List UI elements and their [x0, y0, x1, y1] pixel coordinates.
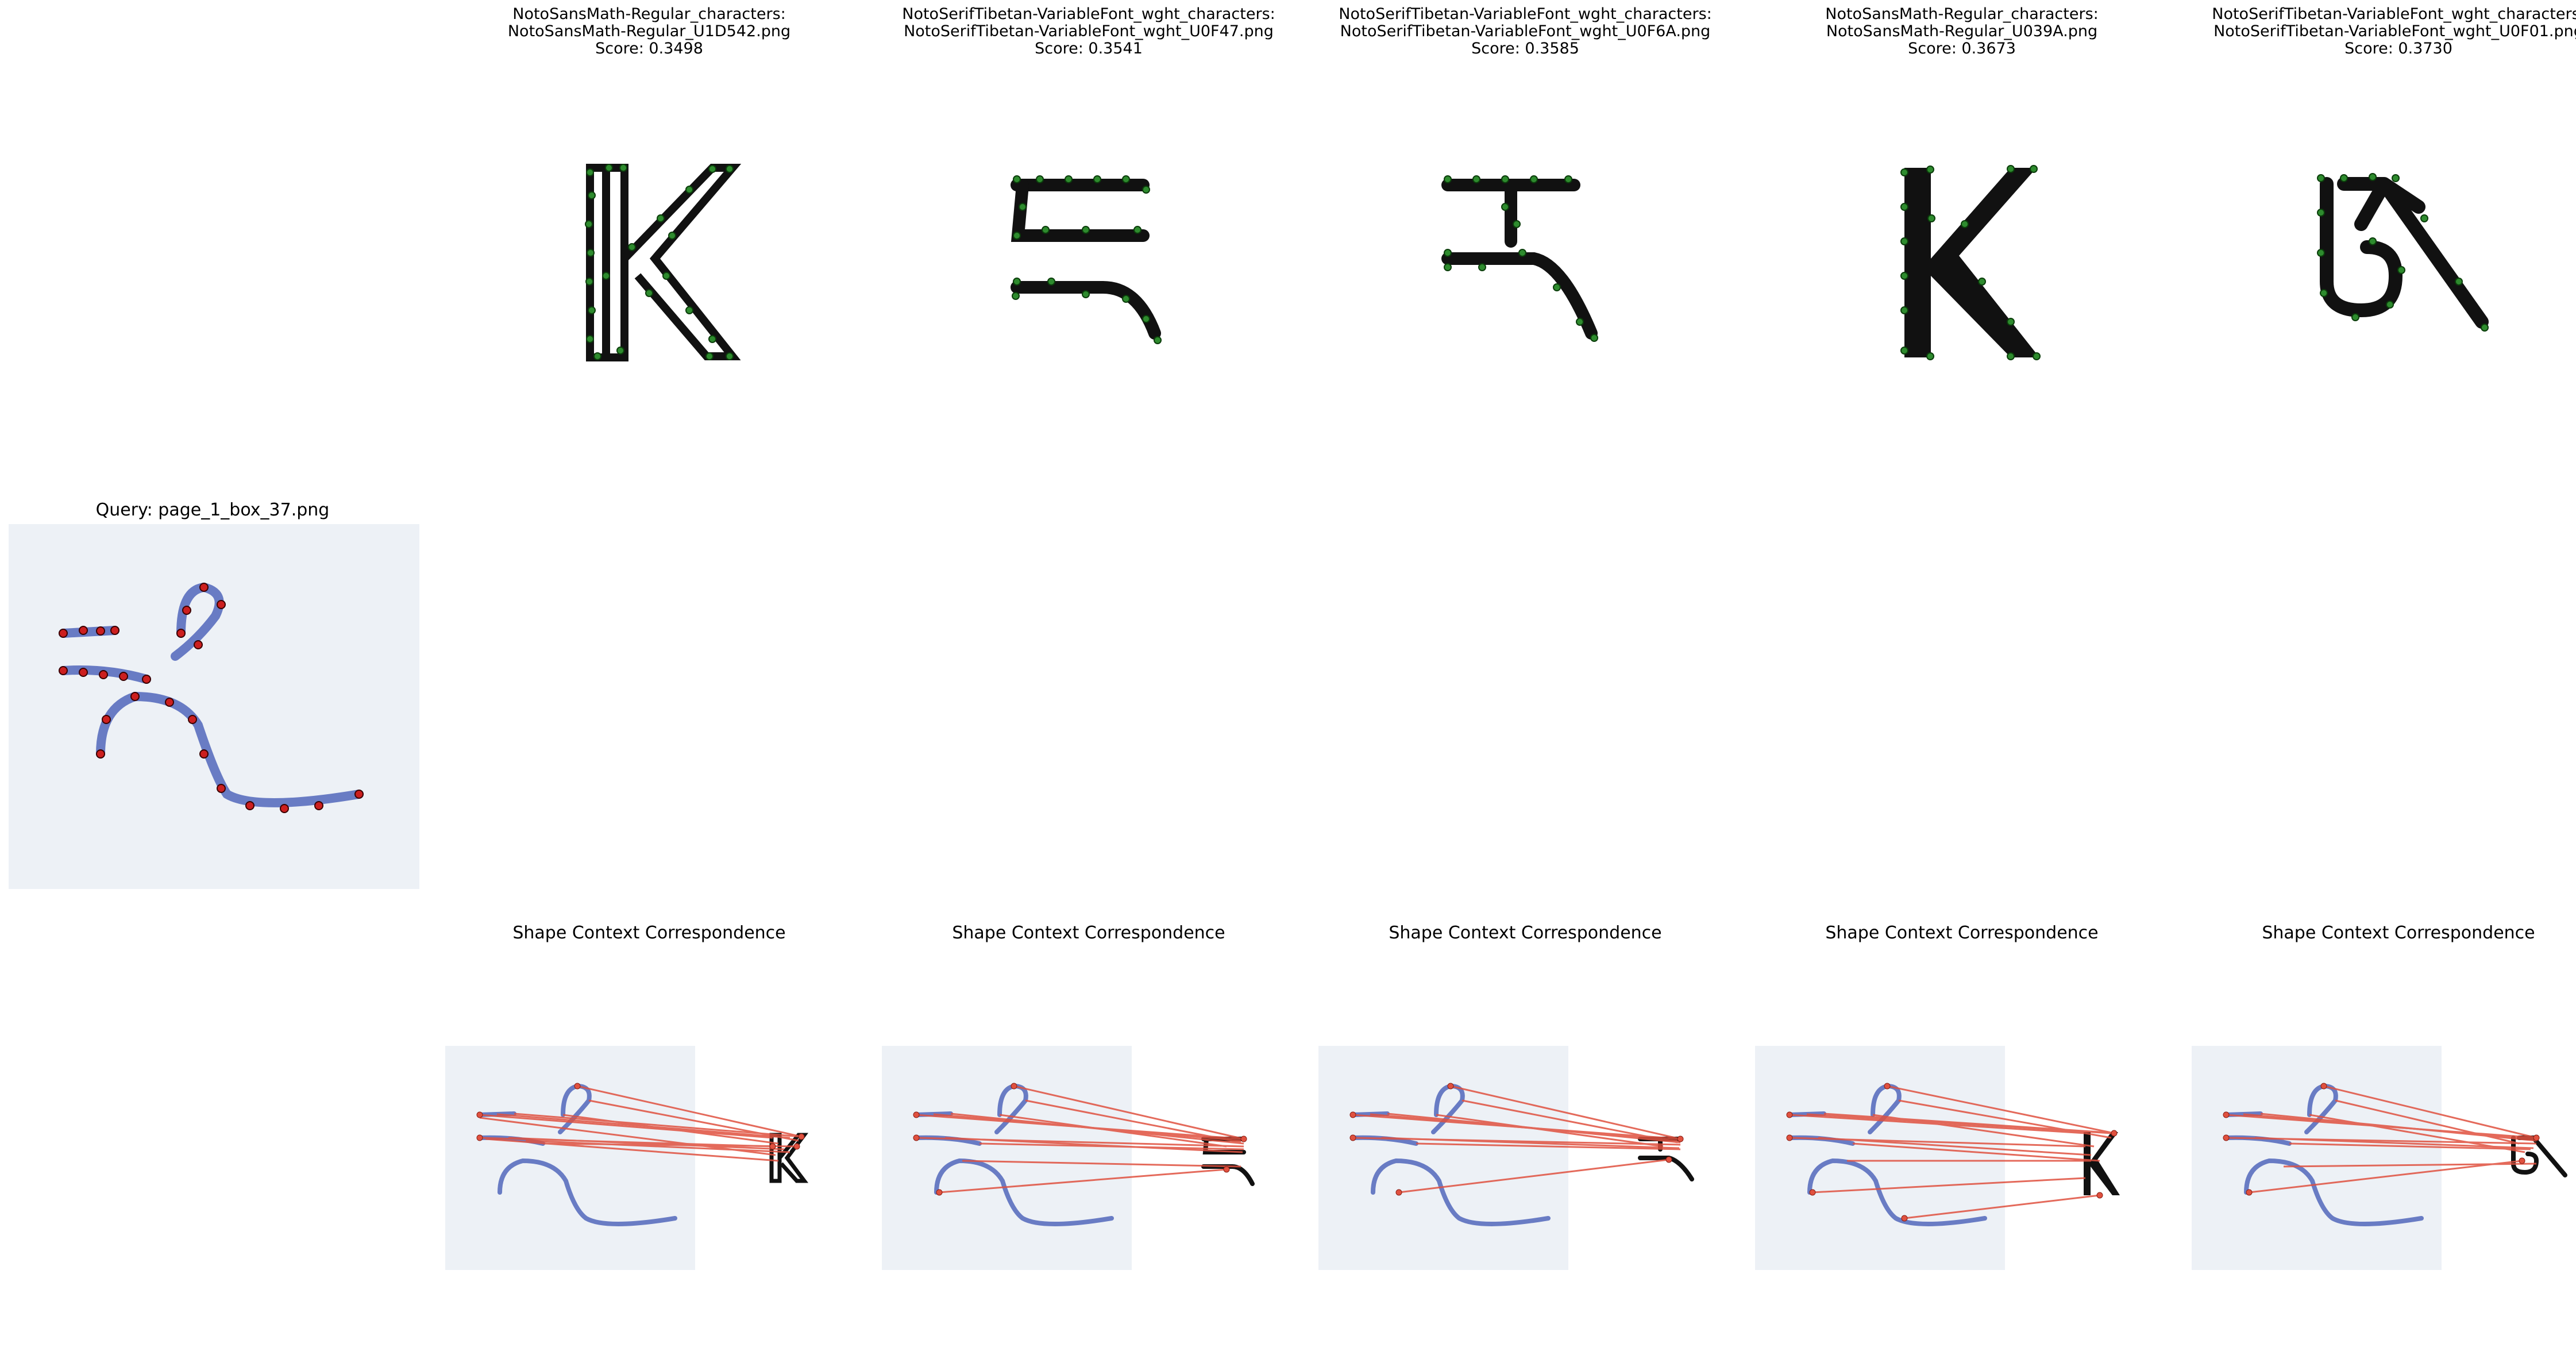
- correspondence-panel-1: [445, 1046, 808, 1270]
- candidate-file-label: NotoSerifTibetan-VariableFont_wght_U0F6A…: [1340, 22, 1711, 40]
- correspondence-title-2: Shape Context Correspondence: [952, 923, 1225, 943]
- candidate-file-label: NotoSansMath-Regular_U039A.png: [1826, 22, 2098, 40]
- candidate-glyph-3: [1441, 175, 1598, 342]
- candidate-glyph-5: [2317, 173, 2489, 332]
- candidate-score: Score: 0.3673: [1908, 40, 2016, 57]
- candidate-font-label: NotoSerifTibetan-VariableFont_wght_chara…: [902, 5, 1275, 23]
- correspondence-title-4: Shape Context Correspondence: [1825, 923, 2099, 943]
- correspondence-panel-5: [2192, 1046, 2567, 1270]
- correspondence-title-1: Shape Context Correspondence: [512, 923, 786, 943]
- candidate-title-3: NotoSerifTibetan-VariableFont_wght_chara…: [1324, 6, 1726, 57]
- candidate-score: Score: 0.3730: [2344, 40, 2452, 57]
- candidate-font-label: NotoSerifTibetan-VariableFont_wght_chara…: [2212, 5, 2576, 23]
- query-image: [9, 524, 419, 889]
- candidate-title-1: NotoSansMath-Regular_characters: NotoSan…: [500, 6, 799, 57]
- candidate-glyph-2: [1011, 175, 1162, 344]
- correspondence-panel-2: [882, 1046, 1255, 1270]
- candidate-font-label: NotoSansMath-Regular_characters:: [1825, 5, 2099, 23]
- candidate-file-label: NotoSansMath-Regular_U1D542.png: [507, 22, 791, 40]
- candidate-font-label: NotoSansMath-Regular_characters:: [512, 5, 786, 23]
- candidate-title-4: NotoSansMath-Regular_characters: NotoSan…: [1790, 6, 2134, 57]
- candidate-font-label: NotoSerifTibetan-VariableFont_wght_chara…: [1339, 5, 1712, 23]
- correspondence-title-3: Shape Context Correspondence: [1389, 923, 1662, 943]
- candidate-title-2: NotoSerifTibetan-VariableFont_wght_chara…: [888, 6, 1290, 57]
- candidate-glyph-1: [585, 164, 742, 361]
- candidate-score: Score: 0.3541: [1035, 40, 1143, 57]
- candidate-title-5: NotoSerifTibetan-VariableFont_wght_chara…: [2197, 6, 2576, 57]
- correspondence-panel-3: [1318, 1046, 1694, 1270]
- candidate-points: [1012, 175, 1162, 344]
- query-title: Query: page_1_box_37.png: [95, 500, 330, 520]
- candidate-file-label: NotoSerifTibetan-VariableFont_wght_U0F47…: [904, 22, 1274, 40]
- correspondence-title-5: Shape Context Correspondence: [2262, 923, 2535, 943]
- correspondence-panel-4: [1755, 1046, 2120, 1270]
- candidate-file-label: NotoSerifTibetan-VariableFont_wght_U0F01…: [2213, 22, 2576, 40]
- candidate-score: Score: 0.3585: [1471, 40, 1579, 57]
- candidate-score: Score: 0.3498: [595, 40, 703, 57]
- candidate-glyph-4: [1900, 165, 2041, 360]
